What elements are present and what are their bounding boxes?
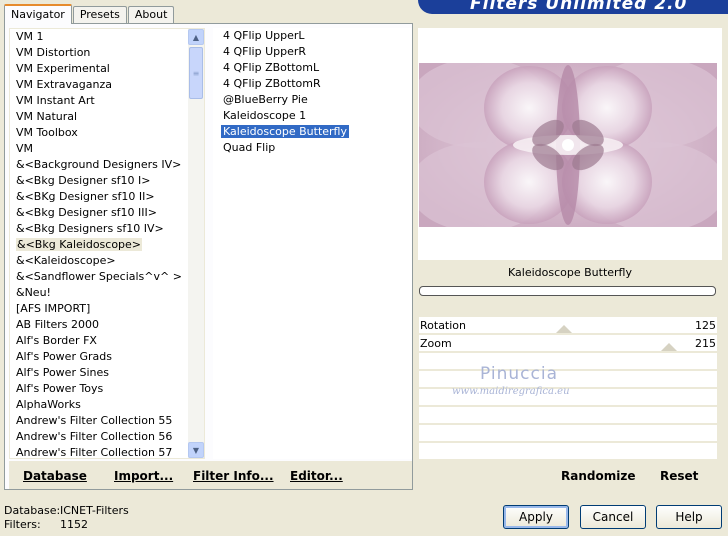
database-label: Database: xyxy=(4,504,61,517)
reset-button[interactable]: Reset xyxy=(660,469,698,483)
param-row-zoom[interactable]: Zoom 215 xyxy=(419,335,717,352)
scroll-up-icon[interactable]: ▲ xyxy=(188,29,204,45)
filter-item-label: Kaleidoscope Butterfly xyxy=(221,125,349,138)
param-row-empty[interactable] xyxy=(419,353,717,370)
filter-info-button[interactable]: Filter Info... xyxy=(193,469,274,483)
category-item[interactable]: AlphaWorks xyxy=(10,397,204,413)
app-title: Filters Unlimited 2.0 xyxy=(470,0,688,14)
database-value: ICNET-Filters xyxy=(60,504,129,517)
category-item[interactable]: Alf's Power Sines xyxy=(10,365,204,381)
tab-about[interactable]: About xyxy=(127,6,175,24)
category-item[interactable]: Andrew's Filter Collection 55 xyxy=(10,413,204,429)
category-item[interactable]: &<Bkg Designers sf10 IV> xyxy=(10,221,204,237)
watermark-url: www.maidiregrafica.eu xyxy=(452,386,570,397)
filter-item[interactable]: 4 QFlip ZBottomR xyxy=(213,76,412,92)
category-item[interactable]: Alf's Power Grads xyxy=(10,349,204,365)
category-item[interactable]: &<Bkg Designer sf10 III> xyxy=(10,205,204,221)
category-item[interactable]: VM 1 xyxy=(10,29,204,45)
category-item[interactable]: VM Extravaganza xyxy=(10,77,204,93)
filter-item[interactable]: 4 QFlip UpperR xyxy=(213,44,412,60)
slider-thumb-icon[interactable] xyxy=(556,325,572,333)
category-item[interactable]: VM Natural xyxy=(10,109,204,125)
category-item[interactable]: &<Bkg Designer sf10 I> xyxy=(10,173,204,189)
watermark-name: Pinuccia xyxy=(480,364,558,384)
help-button[interactable]: Help xyxy=(656,505,722,529)
category-item[interactable]: VM Distortion xyxy=(10,45,204,61)
filter-name-label: Kaleidoscope Butterfly xyxy=(508,266,632,279)
param-value: 215 xyxy=(695,337,716,350)
param-row-empty[interactable] xyxy=(419,425,717,442)
category-scrollbar[interactable]: ▲ ≡ ▼ xyxy=(188,29,204,458)
slider-thumb-icon[interactable] xyxy=(661,343,677,351)
param-row-rotation[interactable]: Rotation 125 xyxy=(419,317,717,334)
tab-bar: Navigator Presets About xyxy=(4,4,175,24)
category-item[interactable]: &<Sandflower Specials^v^ > xyxy=(10,269,204,285)
category-item[interactable]: &Neu! xyxy=(10,285,204,301)
filter-item-selected[interactable]: Kaleidoscope Butterfly xyxy=(213,124,412,140)
category-item[interactable]: AB Filters 2000 xyxy=(10,317,204,333)
param-row-empty[interactable] xyxy=(419,443,717,460)
database-button[interactable]: Database xyxy=(23,469,87,483)
category-item[interactable]: VM Instant Art xyxy=(10,93,204,109)
editor-button[interactable]: Editor... xyxy=(290,469,343,483)
category-item[interactable]: Alf's Power Toys xyxy=(10,381,204,397)
preview-panel xyxy=(418,28,722,260)
filter-list[interactable]: 4 QFlip UpperL 4 QFlip UpperR 4 QFlip ZB… xyxy=(213,28,412,459)
category-item[interactable]: &<Kaleidoscope> xyxy=(10,253,204,269)
category-item[interactable]: &<BKg Designer sf10 II> xyxy=(10,189,204,205)
cancel-button[interactable]: Cancel xyxy=(580,505,646,529)
category-item-selected[interactable]: &<Bkg Kaleidoscope> xyxy=(10,237,204,253)
category-item[interactable]: [AFS IMPORT] xyxy=(10,301,204,317)
category-item[interactable]: Andrew's Filter Collection 56 xyxy=(10,429,204,445)
param-row-empty[interactable] xyxy=(419,407,717,424)
param-label: Zoom xyxy=(420,337,452,350)
apply-button[interactable]: Apply xyxy=(503,505,569,529)
tab-presets[interactable]: Presets xyxy=(72,6,127,24)
category-item-label: &<Bkg Kaleidoscope> xyxy=(16,238,143,251)
param-value: 125 xyxy=(695,319,716,332)
category-list[interactable]: VM 1 VM Distortion VM Experimental VM Ex… xyxy=(9,28,205,459)
category-item[interactable]: &<Background Designers IV> xyxy=(10,157,204,173)
scroll-thumb[interactable]: ≡ xyxy=(189,47,203,99)
category-item[interactable]: Alf's Border FX xyxy=(10,333,204,349)
category-item[interactable]: Andrew's Filter Collection 57 xyxy=(10,445,204,458)
filter-item[interactable]: 4 QFlip ZBottomL xyxy=(213,60,412,76)
header-banner: Filters Unlimited 2.0 xyxy=(418,0,728,14)
filter-item[interactable]: 4 QFlip UpperL xyxy=(213,28,412,44)
param-label: Rotation xyxy=(420,319,467,332)
preview-image xyxy=(419,63,717,227)
left-toolbar: Database Import... Filter Info... Editor… xyxy=(9,461,412,489)
filters-label: Filters: xyxy=(4,518,41,531)
randomize-button[interactable]: Randomize xyxy=(561,469,635,483)
filters-count: 1152 xyxy=(60,518,88,531)
filter-item[interactable]: Kaleidoscope 1 xyxy=(213,108,412,124)
scroll-down-icon[interactable]: ▼ xyxy=(188,442,204,458)
tab-navigator[interactable]: Navigator xyxy=(4,4,72,24)
status-info: Database: ICNET-Filters Filters: 1152 xyxy=(4,504,129,532)
import-button[interactable]: Import... xyxy=(114,469,173,483)
filter-item[interactable]: Quad Flip xyxy=(213,140,412,156)
category-item[interactable]: VM Experimental xyxy=(10,61,204,77)
category-items: VM 1 VM Distortion VM Experimental VM Ex… xyxy=(10,29,204,458)
category-item[interactable]: VM xyxy=(10,141,204,157)
category-item[interactable]: VM Toolbox xyxy=(10,125,204,141)
progress-bar xyxy=(419,286,716,296)
filter-item[interactable]: @BlueBerry Pie xyxy=(213,92,412,108)
